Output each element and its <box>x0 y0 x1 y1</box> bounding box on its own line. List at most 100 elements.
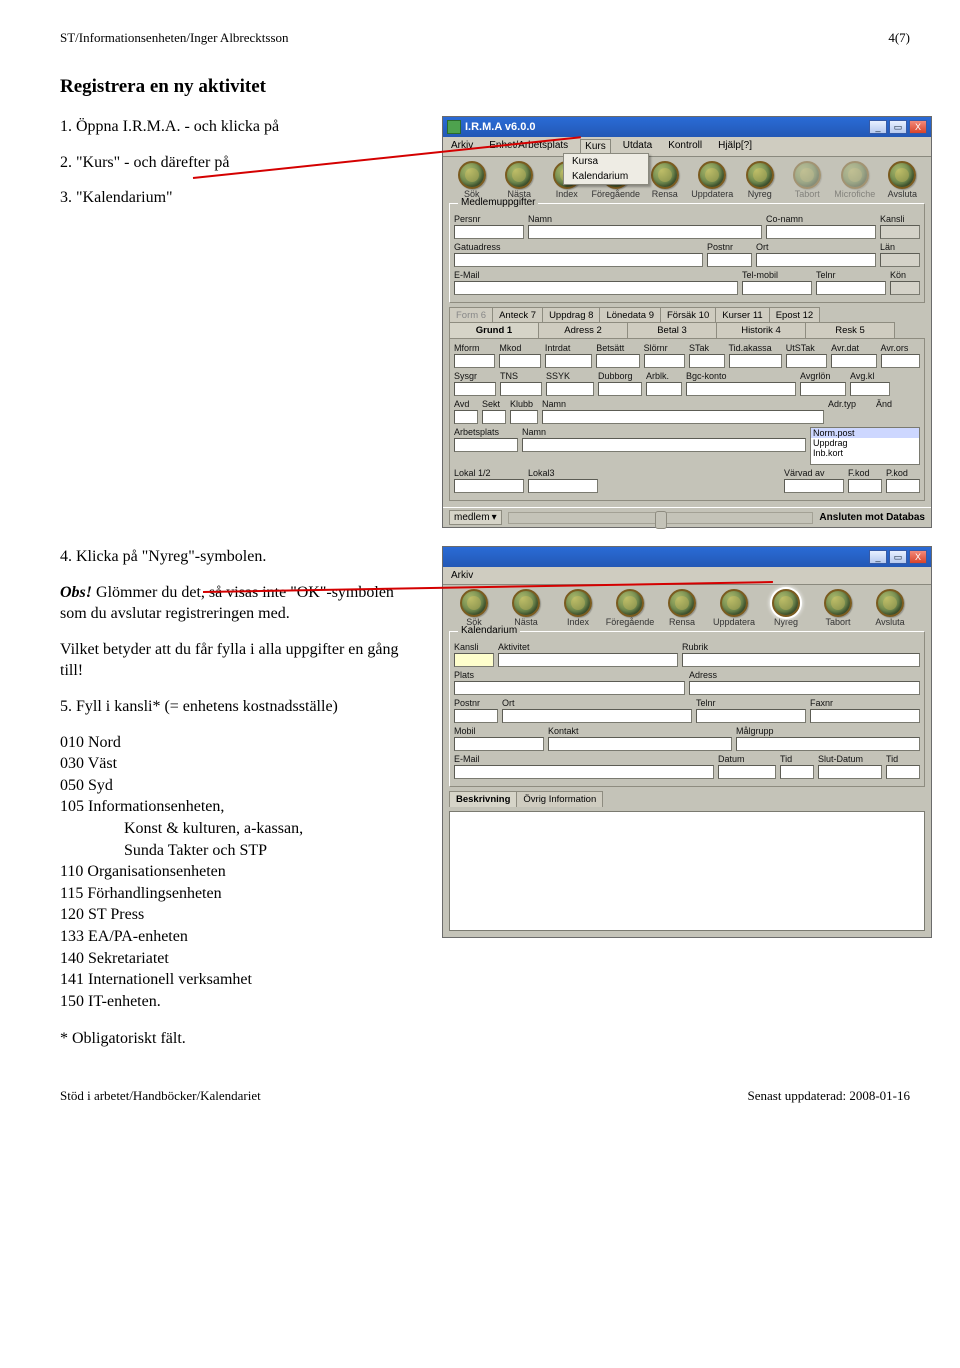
beskrivning-textarea[interactable] <box>449 811 925 931</box>
inp-fkod[interactable] <box>848 479 882 493</box>
inp2-telnr[interactable] <box>696 709 806 723</box>
inp2-email[interactable] <box>454 765 714 779</box>
inp-telnr[interactable] <box>816 281 886 295</box>
tab-beskrivning[interactable]: Beskrivning <box>449 791 517 807</box>
inp-tns[interactable] <box>500 382 542 396</box>
tb-sok[interactable]: Sök <box>449 161 495 199</box>
tb2-index[interactable]: Index <box>553 589 603 627</box>
inp2-slutdatum[interactable] <box>818 765 882 779</box>
inp-lokal3[interactable] <box>528 479 598 493</box>
inp-arblk[interactable] <box>646 382 682 396</box>
tabs-lower[interactable]: Grund 1 Adress 2 Betal 3 Historik 4 Resk… <box>449 322 925 338</box>
inp-klubb[interactable] <box>510 410 538 424</box>
tab-uppdrag8[interactable]: Uppdrag 8 <box>542 307 600 323</box>
inp2-tid[interactable] <box>780 765 814 779</box>
inp-persnr[interactable] <box>454 225 524 239</box>
status-dropdown[interactable]: medlem▾ <box>449 510 502 525</box>
inp-sysgr[interactable] <box>454 382 496 396</box>
kurs-dropdown[interactable]: Kursa Kalendarium <box>563 153 649 185</box>
inp-conamn[interactable] <box>766 225 876 239</box>
adrtyp-list[interactable]: Norm.post Uppdrag Inb.kort <box>810 427 920 465</box>
menu-hjalp[interactable]: Hjälp[?] <box>714 139 756 154</box>
inp-arbnamn[interactable] <box>522 438 806 452</box>
inp-mform[interactable] <box>454 354 495 368</box>
menu-kontroll[interactable]: Kontroll <box>664 139 706 154</box>
tab-anteck7[interactable]: Anteck 7 <box>492 307 543 323</box>
inp-arbetsplats[interactable] <box>454 438 518 452</box>
inp-pkod[interactable] <box>886 479 920 493</box>
inp-avgrlon[interactable] <box>800 382 846 396</box>
inp-avgkl[interactable] <box>850 382 890 396</box>
inp2-postnr[interactable] <box>454 709 498 723</box>
tb-uppdatera[interactable]: Uppdatera <box>690 161 736 199</box>
inp-gatu[interactable] <box>454 253 703 267</box>
inp-bgc[interactable] <box>686 382 796 396</box>
menu-item-kalendarium[interactable]: Kalendarium <box>564 169 648 184</box>
tabs-upper[interactable]: Form 6 Anteck 7 Uppdrag 8 Lönedata 9 För… <box>449 307 925 323</box>
close-button-2[interactable]: X <box>909 550 927 564</box>
status-scroll[interactable] <box>508 512 814 524</box>
inp-telmobil[interactable] <box>742 281 812 295</box>
tab-forsak10[interactable]: Försäk 10 <box>660 307 716 323</box>
inp2-tid2[interactable] <box>886 765 920 779</box>
tb2-rensa[interactable]: Rensa <box>657 589 707 627</box>
inp-betsatt[interactable] <box>596 354 639 368</box>
inp2-ort[interactable] <box>502 709 692 723</box>
tab-grund1[interactable]: Grund 1 <box>449 322 539 338</box>
tb2-avsluta[interactable]: Avsluta <box>865 589 915 627</box>
tab-lonedata9[interactable]: Lönedata 9 <box>599 307 661 323</box>
inp2-faxnr[interactable] <box>810 709 920 723</box>
tb-nyreg[interactable]: Nyreg <box>737 161 783 199</box>
inp-sekt[interactable] <box>482 410 506 424</box>
inp-tidakassa[interactable] <box>729 354 782 368</box>
inp-postnr[interactable] <box>707 253 752 267</box>
tb2-foregaende[interactable]: Föregående <box>605 589 655 627</box>
inp-stak[interactable] <box>689 354 725 368</box>
inp-avrors[interactable] <box>881 354 920 368</box>
inp2-plats[interactable] <box>454 681 685 695</box>
inp2-aktivitet[interactable] <box>498 653 678 667</box>
inp-ssyk[interactable] <box>546 382 594 396</box>
inp-dubborg[interactable] <box>598 382 642 396</box>
inp2-rubrik[interactable] <box>682 653 920 667</box>
minimize-button-2[interactable]: _ <box>869 550 887 564</box>
inp2-adress[interactable] <box>689 681 920 695</box>
tab-historik4[interactable]: Historik 4 <box>716 322 806 338</box>
tb-nasta[interactable]: Nästa <box>497 161 543 199</box>
tab-kurser11[interactable]: Kurser 11 <box>715 307 769 323</box>
inp-klubbnamn[interactable] <box>542 410 824 424</box>
menu-kurs[interactable]: Kurs <box>580 139 611 154</box>
tab-adress2[interactable]: Adress 2 <box>538 322 628 338</box>
inp2-kontakt[interactable] <box>548 737 732 751</box>
tb2-nasta[interactable]: Nästa <box>501 589 551 627</box>
menu-utdata[interactable]: Utdata <box>619 139 656 154</box>
inp-namn[interactable] <box>528 225 762 239</box>
inp-email[interactable] <box>454 281 738 295</box>
tabs-desc[interactable]: Beskrivning Övrig Information <box>449 791 925 807</box>
menu-item-kursa[interactable]: Kursa <box>564 154 648 169</box>
inp-slornr[interactable] <box>644 354 685 368</box>
tab-resk5[interactable]: Resk 5 <box>805 322 895 338</box>
menu-bar[interactable]: Arkiv Enhet/Arbetsplats Kurs Utdata Kont… <box>443 137 931 157</box>
tb2-sok[interactable]: Sök <box>449 589 499 627</box>
tb2-tabort[interactable]: Tabort <box>813 589 863 627</box>
tb2-uppdatera[interactable]: Uppdatera <box>709 589 759 627</box>
inp-avrdat[interactable] <box>831 354 876 368</box>
inp-mkod[interactable] <box>499 354 540 368</box>
tab-epost12[interactable]: Epost 12 <box>769 307 821 323</box>
inp2-mobil[interactable] <box>454 737 544 751</box>
tb2-nyreg[interactable]: Nyreg <box>761 589 811 627</box>
inp-ort[interactable] <box>756 253 876 267</box>
inp-utstak[interactable] <box>786 354 827 368</box>
tab-form6[interactable]: Form 6 <box>449 307 493 323</box>
inp2-malgrupp[interactable] <box>736 737 920 751</box>
inp-avd[interactable] <box>454 410 478 424</box>
close-button[interactable]: X <box>909 120 927 134</box>
tab-betal3[interactable]: Betal 3 <box>627 322 717 338</box>
inp2-kansli[interactable] <box>454 653 494 667</box>
menu-arkiv-2[interactable]: Arkiv <box>447 569 477 582</box>
inp-varvad[interactable] <box>784 479 844 493</box>
tab-ovrig[interactable]: Övrig Information <box>516 791 603 807</box>
inp-lokal12[interactable] <box>454 479 524 493</box>
inp2-datum[interactable] <box>718 765 776 779</box>
